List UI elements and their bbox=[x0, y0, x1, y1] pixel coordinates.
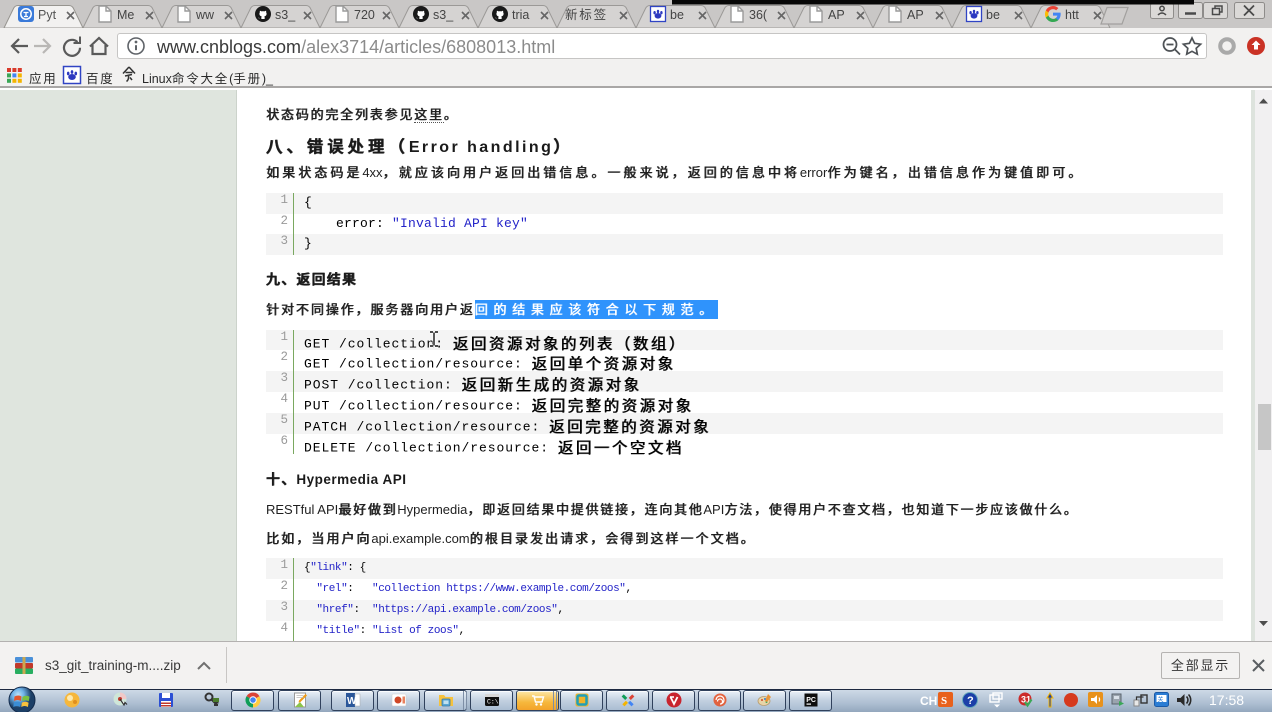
svg-text:Me: Me bbox=[117, 8, 134, 22]
svg-text:AP: AP bbox=[828, 8, 845, 22]
svg-text:s3_: s3_ bbox=[433, 8, 454, 22]
svg-text:be: be bbox=[986, 8, 1000, 22]
svg-text:36(: 36( bbox=[749, 8, 768, 22]
svg-text:htt: htt bbox=[1065, 8, 1079, 22]
svg-text:Pyt: Pyt bbox=[38, 8, 57, 22]
svg-text:ww: ww bbox=[195, 8, 215, 22]
svg-text:W: W bbox=[347, 696, 357, 707]
svg-text:s3_: s3_ bbox=[275, 8, 296, 22]
svg-text:新标签: 新标签 bbox=[565, 7, 608, 22]
svg-text:?: ? bbox=[967, 695, 974, 707]
svg-text:S: S bbox=[941, 695, 947, 707]
svg-text:AP: AP bbox=[907, 8, 924, 22]
svg-text:PC: PC bbox=[806, 697, 816, 704]
svg-text:tria: tria bbox=[512, 8, 529, 22]
svg-text:C:\: C:\ bbox=[487, 699, 499, 706]
svg-text:关: 关 bbox=[1158, 696, 1164, 704]
svg-text:720: 720 bbox=[354, 8, 375, 22]
svg-text:be: be bbox=[670, 8, 684, 22]
